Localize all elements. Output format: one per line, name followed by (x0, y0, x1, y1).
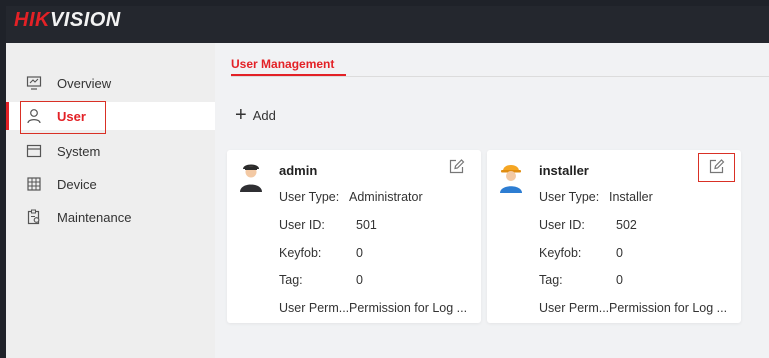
user-name: installer (539, 163, 589, 178)
user-card-installer: installer User Type: Installer User ID: … (487, 150, 741, 323)
top-bar: HIKVISION (6, 6, 769, 43)
field-user-id: User ID: 502 (539, 218, 637, 232)
active-indicator (6, 102, 9, 130)
user-name: admin (279, 163, 318, 178)
sidebar-item-label: System (57, 143, 101, 159)
sidebar-item-label: Overview (57, 75, 112, 91)
field-user-id: User ID: 501 (279, 218, 377, 232)
plus-icon: + (235, 104, 247, 126)
sidebar-item-system[interactable]: System (6, 137, 215, 165)
hikvision-logo: HIKVISION (14, 9, 121, 31)
monitor-icon (26, 76, 42, 90)
app-window: HIKVISION Overview User System Device Ma… (6, 6, 769, 358)
field-keyfob: Keyfob: 0 (539, 246, 623, 260)
sidebar-item-label: Maintenance (57, 209, 132, 225)
maintenance-icon (27, 209, 40, 225)
window-icon (26, 144, 42, 158)
field-user-type: User Type: Installer (539, 190, 653, 204)
main-content: User Management + Add admin User Type: A… (215, 43, 769, 358)
add-label: Add (252, 107, 276, 123)
field-user-permission: User Perm... Permission for Log ... (279, 301, 468, 315)
highlight-box (20, 101, 106, 134)
installer-avatar-icon (500, 165, 522, 193)
field-user-permission: User Perm... Permission for Log ... (539, 301, 728, 315)
sidebar-item-maintenance[interactable]: Maintenance (6, 203, 215, 231)
field-keyfob: Keyfob: 0 (279, 246, 363, 260)
sidebar-item-label: Device (57, 176, 97, 192)
tab-user-management[interactable]: User Management (231, 57, 334, 71)
field-user-type: User Type: Administrator (279, 190, 423, 204)
tab-divider (231, 76, 769, 77)
highlight-box (698, 153, 735, 182)
sidebar-item-overview[interactable]: Overview (6, 69, 215, 97)
user-card-admin: admin User Type: Administrator User ID: … (227, 150, 481, 323)
field-tag: Tag: 0 (539, 273, 623, 287)
sidebar: Overview User System Device Maintenance (6, 43, 215, 358)
device-grid-icon (27, 177, 41, 191)
edit-icon[interactable] (448, 158, 465, 175)
sidebar-item-device[interactable]: Device (6, 170, 215, 198)
field-tag: Tag: 0 (279, 273, 363, 287)
add-user-button[interactable]: + Add (235, 104, 276, 126)
admin-avatar-icon (240, 164, 262, 192)
